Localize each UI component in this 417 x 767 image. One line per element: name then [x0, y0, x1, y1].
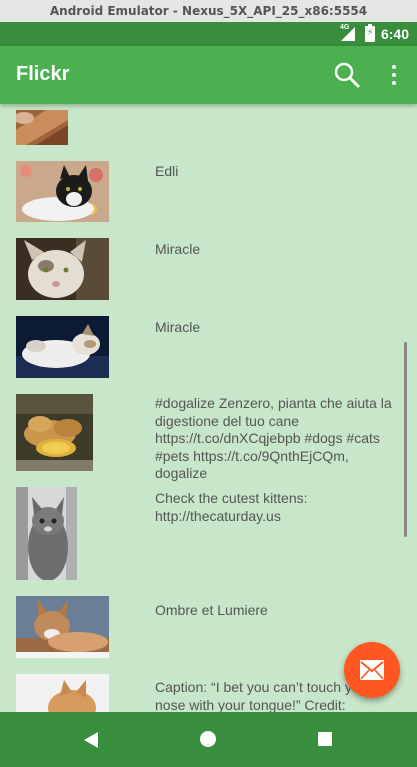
- photo-thumbnail: [16, 110, 68, 145]
- photo-caption: Miracle: [155, 241, 201, 257]
- photo-caption: Edli: [155, 163, 179, 179]
- photo-list[interactable]: Edli Miracle Miracle #dogalize Zenzero, …: [0, 104, 417, 712]
- list-item[interactable]: Check the cutest kittens: http://thecatu…: [0, 474, 417, 586]
- photo-thumbnail: [16, 487, 77, 580]
- photo-thumbnail: [16, 674, 109, 712]
- photo-thumbnail: [16, 161, 109, 222]
- signal-icon: 4G: [339, 24, 359, 41]
- back-icon[interactable]: [83, 731, 99, 749]
- list-item[interactable]: [0, 104, 417, 149]
- search-button[interactable]: [332, 60, 362, 90]
- compose-fab[interactable]: [344, 642, 400, 698]
- photo-caption: #dogalize Zenzero, pianta che aiuta la d…: [155, 395, 392, 481]
- overflow-menu-button[interactable]: [382, 62, 406, 88]
- photo-thumbnail: [16, 394, 93, 471]
- list-item[interactable]: Edli: [0, 149, 417, 227]
- photo-thumbnail: [16, 238, 109, 300]
- recents-icon[interactable]: [318, 732, 332, 746]
- status-time: 6:40: [380, 26, 409, 42]
- photo-caption: Ombre et Lumiere: [155, 602, 268, 618]
- network-type: 4G: [339, 24, 350, 31]
- navigation-bar: [0, 712, 417, 767]
- app-bar: Flickr: [0, 46, 417, 104]
- photo-thumbnail: [16, 316, 109, 378]
- home-icon[interactable]: [200, 731, 216, 747]
- battery-icon: ⚡: [364, 24, 375, 42]
- list-item[interactable]: Miracle: [0, 305, 417, 383]
- app-title: Flickr: [16, 63, 70, 85]
- list-item[interactable]: Miracle: [0, 227, 417, 305]
- search-icon: [334, 62, 360, 88]
- photo-caption: Miracle: [155, 319, 201, 335]
- mail-icon: [360, 660, 384, 680]
- status-bar: 4G ⚡ 6:40: [0, 22, 417, 46]
- window-title: Android Emulator - Nexus_5X_API_25_x86:5…: [49, 4, 368, 18]
- list-item[interactable]: #dogalize Zenzero, pianta che aiuta la d…: [0, 383, 417, 481]
- scrollbar-thumb[interactable]: [404, 342, 407, 537]
- photo-thumbnail: [16, 596, 109, 658]
- emulator-title-bar: Android Emulator - Nexus_5X_API_25_x86:5…: [0, 0, 417, 22]
- photo-caption: Check the cutest kittens: http://thecatu…: [155, 490, 308, 524]
